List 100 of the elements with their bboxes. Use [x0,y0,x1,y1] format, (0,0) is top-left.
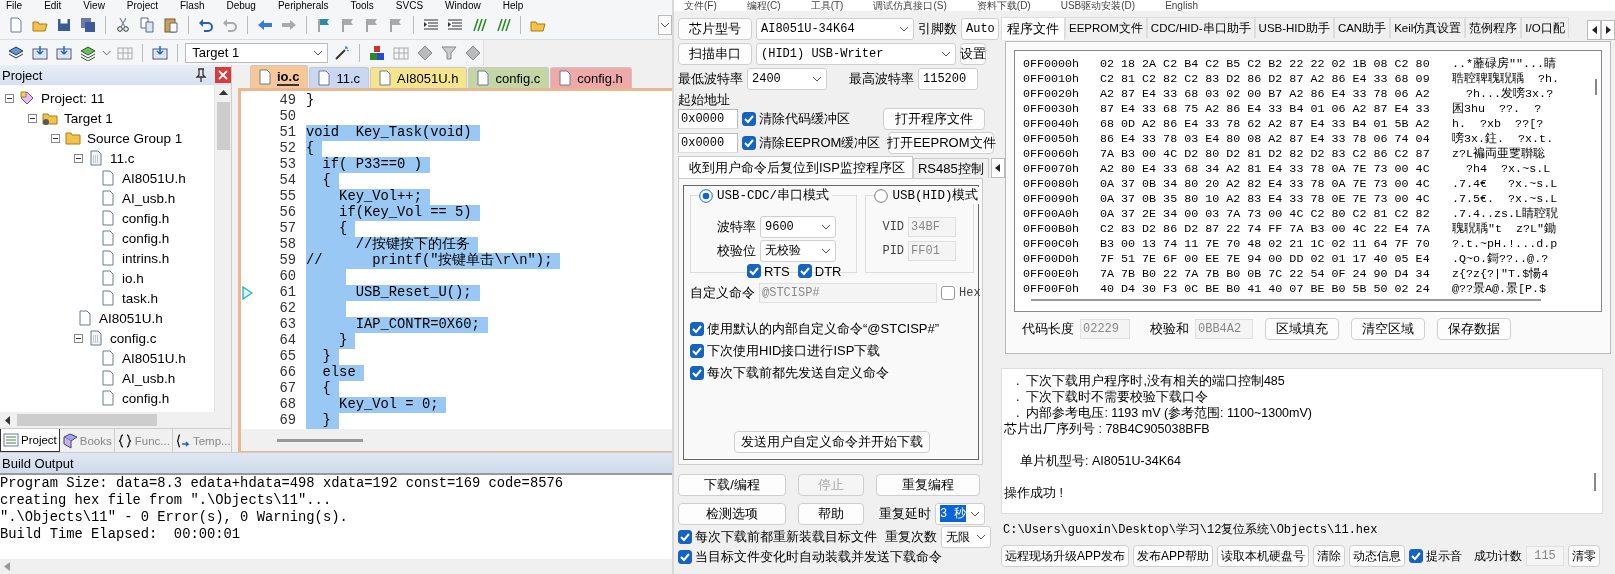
tree-item[interactable]: Source Group 1 [87,130,183,146]
baud-select[interactable]: 2400 [747,67,827,90]
button[interactable]: 清除 [1313,545,1346,567]
button[interactable]: 重复编程 [876,473,980,496]
scrollbar[interactable] [0,559,672,574]
button[interactable]: 保存数据 [1437,318,1511,340]
menu-item[interactable]: Debug [226,0,256,11]
collapse-icon[interactable] [28,113,37,123]
scrollbar[interactable] [1595,79,1597,95]
scrollbar-thumb[interactable] [216,102,230,150]
menu-item[interactable]: Flash [180,0,205,11]
tree-item[interactable]: config.c [110,330,157,346]
button[interactable]: 打开程序文件 [883,107,985,130]
wand-icon[interactable] [334,44,351,61]
button[interactable]: 读取本机硬盘号 [1217,545,1310,567]
undo-icon[interactable] [198,17,214,33]
save-icon[interactable] [56,17,72,33]
file-tab[interactable]: 11.c [309,67,369,88]
diamond-icon[interactable] [417,44,433,61]
scrollbar[interactable] [277,438,363,442]
file-tab[interactable]: 程序文件 [1001,17,1065,40]
button[interactable]: 下载/编程 [678,473,786,496]
cut-icon[interactable] [115,17,131,33]
option-tab[interactable]: RS485控制 [912,158,989,178]
delay-select[interactable]: 3 秒 [935,502,985,525]
button[interactable]: 区域填充 [1265,318,1339,340]
button[interactable]: 扫描串口 [678,42,752,65]
file-tab[interactable]: 范例程序 [1465,17,1522,38]
checkbox[interactable] [690,366,704,380]
menu-item[interactable]: Project [126,0,158,11]
scrollbar-thumb[interactable] [17,414,157,426]
uncomment-icon[interactable] [495,17,511,33]
file-tab[interactable]: io.c [250,65,309,88]
menu-item[interactable]: 工具(T) [810,0,844,11]
button[interactable]: 检测选项 [678,502,786,525]
menu-item[interactable]: 调试仿真接口(S) [873,0,947,11]
tree-item[interactable]: task.h [122,290,159,306]
baud-select[interactable]: 9600 [760,215,836,238]
radio-button[interactable] [699,188,713,203]
menu-item[interactable]: Peripherals [277,0,329,11]
button[interactable]: 设置 [960,42,986,65]
checkbox[interactable] [678,550,692,564]
paste-icon[interactable] [163,17,179,33]
menu-item[interactable]: File [6,0,23,11]
chevron-down-icon[interactable] [102,49,112,56]
checkbox[interactable] [742,111,756,126]
file-tab[interactable]: I/O口配 [1521,17,1569,38]
radio-button[interactable] [874,188,889,203]
checkbox[interactable] [690,344,704,358]
scroll-left-button[interactable] [1587,20,1601,40]
menu-item[interactable]: Edit [44,0,62,11]
layers-icon[interactable] [80,44,96,61]
input-field[interactable]: 0x0000 [678,108,738,129]
tree-item[interactable]: config.h [122,210,170,226]
button[interactable]: 发送用户自定义命令并开始下载 [734,431,930,453]
button[interactable]: 芯片型号 [678,17,752,40]
file-tab[interactable]: config.c [468,67,550,88]
menu-item[interactable]: Help [502,0,524,11]
menu-item[interactable]: 资料下载(D) [976,0,1031,11]
collapse-icon[interactable] [74,153,83,163]
comment-icon[interactable] [471,17,487,33]
file-tab[interactable]: EEPROM文件 [1065,17,1147,38]
button[interactable]: 清零 [1568,545,1601,567]
indent-icon[interactable] [423,17,439,33]
count-select[interactable]: 无限 [941,526,991,548]
tree-item[interactable]: AI8051U.h [122,170,186,186]
button[interactable]: 动态信息 [1349,545,1406,567]
menu-item[interactable]: Window [445,0,481,11]
file-tab[interactable]: CAN助手 [1333,17,1391,38]
option-tab[interactable]: 收到用户命令后复位到ISP监控程序区 [678,156,913,178]
parity-select[interactable]: 无校验 [760,239,836,262]
blocks-icon[interactable] [369,44,385,61]
button[interactable]: 打开EEPROM文件 [888,131,995,154]
scroll-left-button[interactable] [990,158,1005,178]
chip-select[interactable]: AI8051U-34K64 [756,17,914,40]
menu-item[interactable]: SVCS [395,0,424,11]
build-icon[interactable] [32,44,48,61]
arrow-left-icon[interactable] [5,415,10,425]
scrollbar[interactable] [1594,473,1596,491]
file-tab[interactable]: AI8051U.h [370,67,468,88]
checkbox[interactable] [690,322,704,336]
bookmark-flag-icon[interactable] [316,17,332,33]
menu-item[interactable]: English [1165,0,1198,11]
button[interactable]: 远程现场升级APP发布 [1001,545,1129,567]
tree-item[interactable]: Project: 11 [41,90,105,106]
checkbox[interactable] [1409,549,1424,563]
close-icon[interactable] [215,67,231,83]
button[interactable]: 帮助 [797,502,864,525]
menu-item[interactable]: 文件(F) [684,0,717,11]
tree-item[interactable]: 11.c [110,150,135,166]
collapse-icon[interactable] [74,333,83,343]
menu-item[interactable]: 编程(C) [746,0,781,11]
scrollbar[interactable] [214,85,231,412]
checkbox[interactable] [747,264,761,278]
copy-icon[interactable] [139,17,155,33]
file-tab[interactable]: USB-HID助手 [1254,17,1334,38]
collapse-icon[interactable] [5,93,14,103]
checkbox[interactable] [678,530,692,544]
pin-icon[interactable] [193,67,209,83]
tree-item[interactable]: AI_usb.h [122,190,176,206]
